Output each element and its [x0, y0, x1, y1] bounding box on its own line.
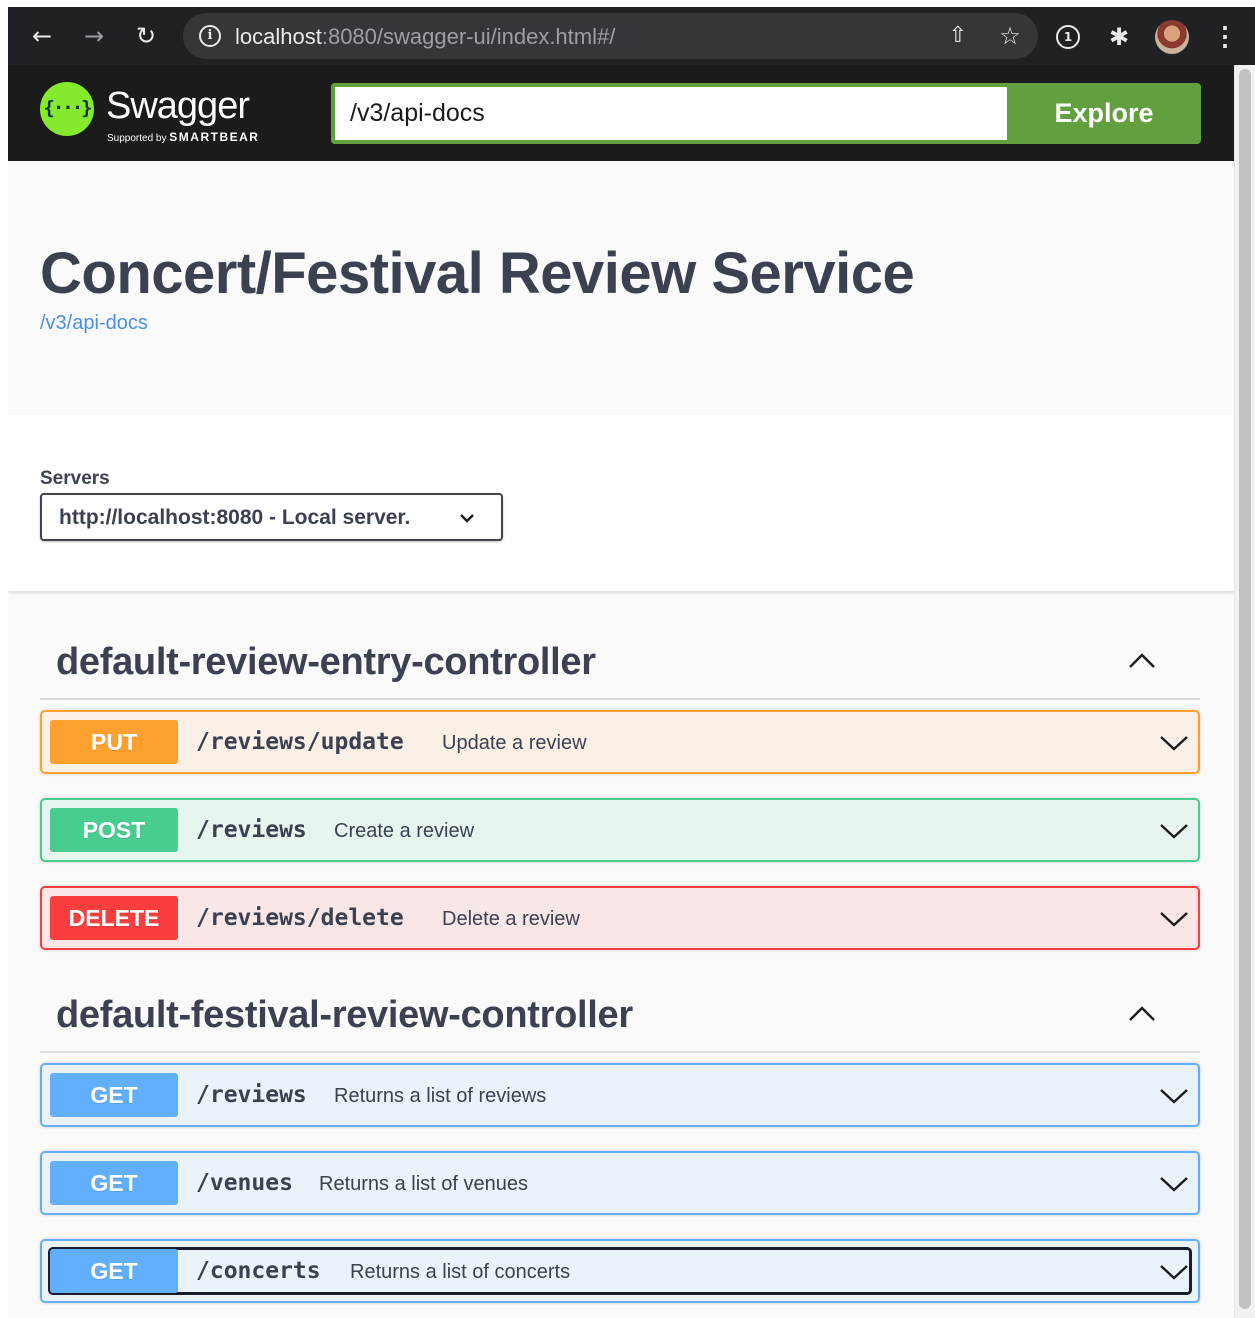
scrollbar-thumb[interactable] [1239, 69, 1251, 1309]
chevron-down-icon[interactable] [1159, 818, 1189, 844]
operation-path: /venues [196, 1170, 293, 1196]
smartbear-tagline: Supported by SMARTBEAR [107, 131, 259, 145]
page-title: Concert/Festival Review Service [40, 241, 915, 306]
tag-title: default-festival-review-controller [56, 994, 633, 1036]
operation-path: /concerts [196, 1258, 321, 1284]
method-badge: PUT [50, 720, 178, 764]
address-url[interactable]: localhost:8080/swagger-ui/index.html#/ [235, 25, 615, 49]
url-path: :8080/swagger-ui/index.html#/ [321, 24, 616, 49]
tag-header-festival-review[interactable]: default-festival-review-controller [40, 981, 1200, 1053]
browser-toolbar: ← → ↻ i localhost:8080/swagger-ui/index.… [8, 7, 1255, 65]
chevron-down-icon[interactable] [1159, 730, 1189, 756]
operation-get-venues[interactable]: GET /venues Returns a list of venues [40, 1151, 1200, 1215]
reload-icon[interactable]: ↻ [132, 22, 160, 50]
swagger-logo-text: Swagger [106, 85, 250, 127]
api-info: Concert/Festival Review Service /v3/api-… [8, 161, 1234, 415]
page-viewport: {···} Swagger Supported by SMARTBEAR Exp… [8, 65, 1234, 1318]
puzzle-icon[interactable]: ✱ [1104, 22, 1134, 52]
tagline-brand: SMARTBEAR [169, 130, 260, 144]
spec-url-form: Explore [331, 83, 1201, 144]
tagline-small: Supported by [107, 133, 167, 144]
chevron-down-icon[interactable] [1159, 906, 1189, 932]
operation-path: /reviews [196, 817, 307, 843]
operation-summary: Delete a review [442, 908, 580, 930]
chevron-up-icon[interactable] [1127, 646, 1157, 676]
operation-summary: Returns a list of reviews [334, 1085, 547, 1107]
method-badge: DELETE [50, 896, 178, 940]
operation-get-concerts[interactable]: GET /concerts Returns a list of concerts [40, 1239, 1200, 1303]
swagger-topbar: {···} Swagger Supported by SMARTBEAR Exp… [8, 65, 1234, 161]
address-bar[interactable]: i localhost:8080/swagger-ui/index.html#/… [183, 13, 1038, 59]
tag-header-review-entry[interactable]: default-review-entry-controller [40, 628, 1200, 700]
share-icon[interactable]: ⇧ [943, 21, 973, 51]
servers-selected-value: http://localhost:8080 - Local server. [59, 506, 411, 529]
swagger-logo-icon[interactable]: {···} [40, 82, 94, 136]
operation-path: /reviews [196, 1082, 307, 1108]
servers-select[interactable]: http://localhost:8080 - Local server. [40, 493, 503, 541]
method-badge: GET [50, 1249, 178, 1293]
operation-summary: Returns a list of concerts [350, 1261, 571, 1283]
info-icon[interactable]: i [199, 25, 221, 47]
operation-post-reviews[interactable]: POST /reviews Create a review [40, 798, 1200, 862]
avatar[interactable] [1155, 20, 1189, 54]
servers-label: Servers [40, 468, 110, 489]
star-icon[interactable]: ☆ [995, 21, 1025, 51]
url-host: localhost [235, 24, 322, 49]
method-badge: POST [50, 808, 178, 852]
operation-put-reviews-update[interactable]: PUT /reviews/update Update a review [40, 710, 1200, 774]
operation-summary: Create a review [334, 820, 475, 842]
method-badge: GET [50, 1073, 178, 1117]
chevron-up-icon[interactable] [1127, 999, 1157, 1029]
spec-link[interactable]: /v3/api-docs [40, 311, 148, 335]
operation-path: /reviews/delete [196, 905, 404, 931]
chevron-down-icon [460, 514, 474, 523]
operation-delete-reviews-delete[interactable]: DELETE /reviews/delete Delete a review [40, 886, 1200, 950]
arrow-forward-icon[interactable]: → [80, 22, 108, 50]
scrollbar[interactable] [1234, 65, 1255, 1318]
chevron-down-icon[interactable] [1159, 1259, 1189, 1285]
menu-dots-icon[interactable]: ⋮ [1212, 22, 1238, 52]
tag-title: default-review-entry-controller [56, 641, 596, 683]
arrow-back-icon[interactable]: ← [28, 22, 56, 50]
chevron-down-icon[interactable] [1159, 1083, 1189, 1109]
spec-url-input[interactable] [331, 83, 1007, 144]
operation-summary: Update a review [442, 732, 587, 754]
chevron-down-icon[interactable] [1159, 1171, 1189, 1197]
password-manager-icon[interactable]: 1 [1053, 22, 1083, 52]
method-badge: GET [50, 1161, 178, 1205]
explore-button[interactable]: Explore [1007, 83, 1201, 144]
operation-get-reviews[interactable]: GET /reviews Returns a list of reviews [40, 1063, 1200, 1127]
operation-summary: Returns a list of venues [319, 1173, 528, 1195]
operation-path: /reviews/update [196, 729, 404, 755]
servers-section: Servers http://localhost:8080 - Local se… [8, 415, 1234, 591]
